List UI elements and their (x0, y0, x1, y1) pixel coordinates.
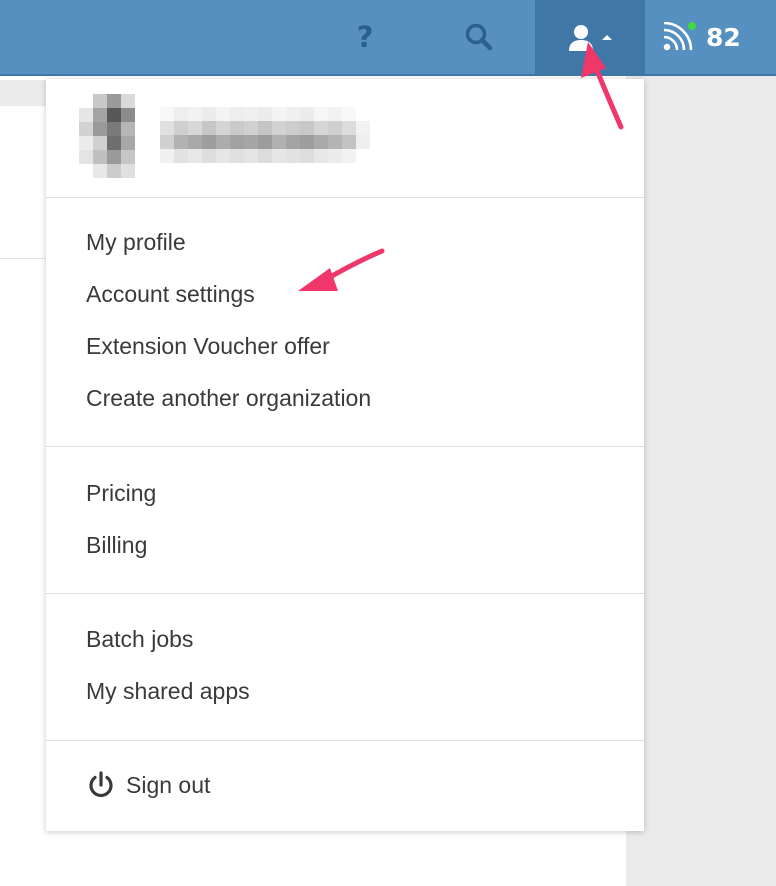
menu-item-my-shared-apps[interactable]: My shared apps (86, 671, 250, 711)
menu-item-extension-voucher-offer[interactable]: Extension Voucher offer (86, 326, 330, 366)
sign-out-label: Sign out (126, 771, 211, 798)
menu-section-billing: Pricing Billing (46, 447, 644, 594)
left-panel-band (0, 80, 46, 106)
app-page: ? 82 My profile Account settings Extensi… (0, 0, 776, 886)
menu-item-batch-jobs[interactable]: Batch jobs (86, 619, 193, 659)
menu-item-billing[interactable]: Billing (86, 525, 147, 565)
caret-up-icon (602, 35, 612, 40)
help-button[interactable]: ? (340, 0, 390, 74)
avatar (79, 94, 149, 178)
menu-item-pricing[interactable]: Pricing (86, 473, 156, 513)
search-icon (465, 23, 493, 51)
menu-item-create-organization[interactable]: Create another organization (86, 378, 371, 418)
user-dropdown-menu: My profile Account settings Extension Vo… (46, 79, 644, 831)
user-icon (569, 25, 593, 51)
top-navigation-bar: ? 82 (0, 0, 776, 76)
question-mark-icon: ? (356, 20, 374, 54)
menu-item-my-profile[interactable]: My profile (86, 222, 186, 262)
notification-count: 82 (706, 22, 741, 52)
rss-feed-icon (663, 22, 696, 51)
search-button[interactable] (452, 0, 506, 74)
notifications-button[interactable]: 82 (648, 0, 776, 74)
right-background-panel (626, 76, 776, 886)
menu-section-account: My profile Account settings Extension Vo… (46, 198, 644, 447)
power-icon (89, 771, 113, 798)
menu-item-account-settings[interactable]: Account settings (86, 274, 255, 314)
menu-section-apps: Batch jobs My shared apps (46, 594, 644, 741)
account-name-redacted (160, 107, 370, 167)
account-header (46, 79, 644, 198)
sign-out-button[interactable]: Sign out (86, 765, 210, 805)
online-status-dot-icon (688, 22, 696, 30)
user-menu-button[interactable] (535, 0, 645, 74)
